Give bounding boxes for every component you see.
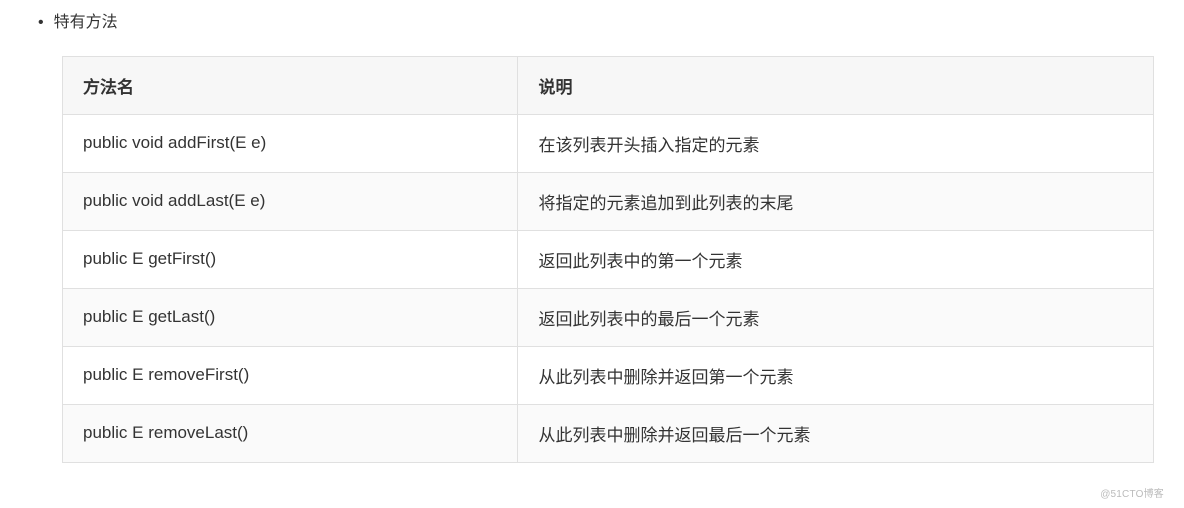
table-cell-desc: 将指定的元素追加到此列表的末尾 — [518, 172, 1154, 230]
table-cell-method: public E removeFirst() — [63, 346, 518, 404]
table-cell-desc: 在该列表开头插入指定的元素 — [518, 114, 1154, 172]
table-row: public E getLast() 返回此列表中的最后一个元素 — [63, 288, 1154, 346]
table-row: public void addLast(E e) 将指定的元素追加到此列表的末尾 — [63, 172, 1154, 230]
table-row: public E getFirst() 返回此列表中的第一个元素 — [63, 230, 1154, 288]
table-header-desc: 说明 — [518, 56, 1154, 114]
table-cell-desc: 从此列表中删除并返回第一个元素 — [518, 346, 1154, 404]
table-cell-method: public E getFirst() — [63, 230, 518, 288]
bullet-dot-icon: • — [38, 10, 44, 36]
bullet-label: 特有方法 — [54, 10, 118, 36]
table-header-row: 方法名 说明 — [63, 56, 1154, 114]
table-row: public E removeLast() 从此列表中删除并返回最后一个元素 — [63, 404, 1154, 462]
table-header-method: 方法名 — [63, 56, 518, 114]
table-cell-desc: 返回此列表中的第一个元素 — [518, 230, 1154, 288]
table-cell-method: public E removeLast() — [63, 404, 518, 462]
table-row: public void addFirst(E e) 在该列表开头插入指定的元素 — [63, 114, 1154, 172]
table-cell-desc: 返回此列表中的最后一个元素 — [518, 288, 1154, 346]
table-cell-method: public E getLast() — [63, 288, 518, 346]
method-table: 方法名 说明 public void addFirst(E e) 在该列表开头插… — [62, 56, 1154, 463]
table-cell-method: public void addLast(E e) — [63, 172, 518, 230]
method-table-container: 方法名 说明 public void addFirst(E e) 在该列表开头插… — [62, 56, 1154, 463]
bullet-item: • 特有方法 — [38, 10, 1164, 36]
watermark-text: @51CTO博客 — [1100, 485, 1164, 500]
table-cell-method: public void addFirst(E e) — [63, 114, 518, 172]
table-row: public E removeFirst() 从此列表中删除并返回第一个元素 — [63, 346, 1154, 404]
table-cell-desc: 从此列表中删除并返回最后一个元素 — [518, 404, 1154, 462]
